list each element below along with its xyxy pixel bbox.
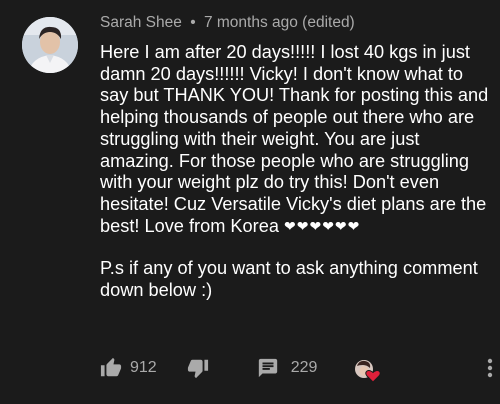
reply-count: 229 <box>290 359 318 376</box>
comment-timestamp[interactable]: 7 months ago (edited) <box>204 14 355 31</box>
dislike-action <box>187 357 209 379</box>
comment-ps-text: P.s if any of you want to ask anything c… <box>100 258 478 301</box>
comment-actions: 912 229 <box>100 354 317 382</box>
comment-header: Sarah Shee • 7 months ago (edited) <box>100 14 355 32</box>
creator-heart-icon[interactable] <box>354 359 382 383</box>
comment-icon[interactable] <box>257 357 279 379</box>
author-name[interactable]: Sarah Shee <box>100 14 182 31</box>
separator-dot: • <box>190 14 196 31</box>
comment-main-paragraph: Here I am after 20 days!!!!! I lost 40 k… <box>100 42 495 237</box>
hearts-emoji: ❤❤❤❤❤❤ <box>284 217 361 234</box>
author-avatar[interactable] <box>22 17 78 73</box>
thumbs-up-icon[interactable] <box>100 357 122 379</box>
thumbs-down-icon[interactable] <box>187 357 209 379</box>
comment-body: Here I am after 20 days!!!!! I lost 40 k… <box>100 42 495 302</box>
comment-main-text: Here I am after 20 days!!!!! I lost 40 k… <box>100 42 489 236</box>
like-count: 912 <box>130 359 157 376</box>
more-vertical-icon[interactable] <box>482 354 498 382</box>
reply-action: 229 <box>257 357 318 379</box>
like-action: 912 <box>100 357 157 379</box>
